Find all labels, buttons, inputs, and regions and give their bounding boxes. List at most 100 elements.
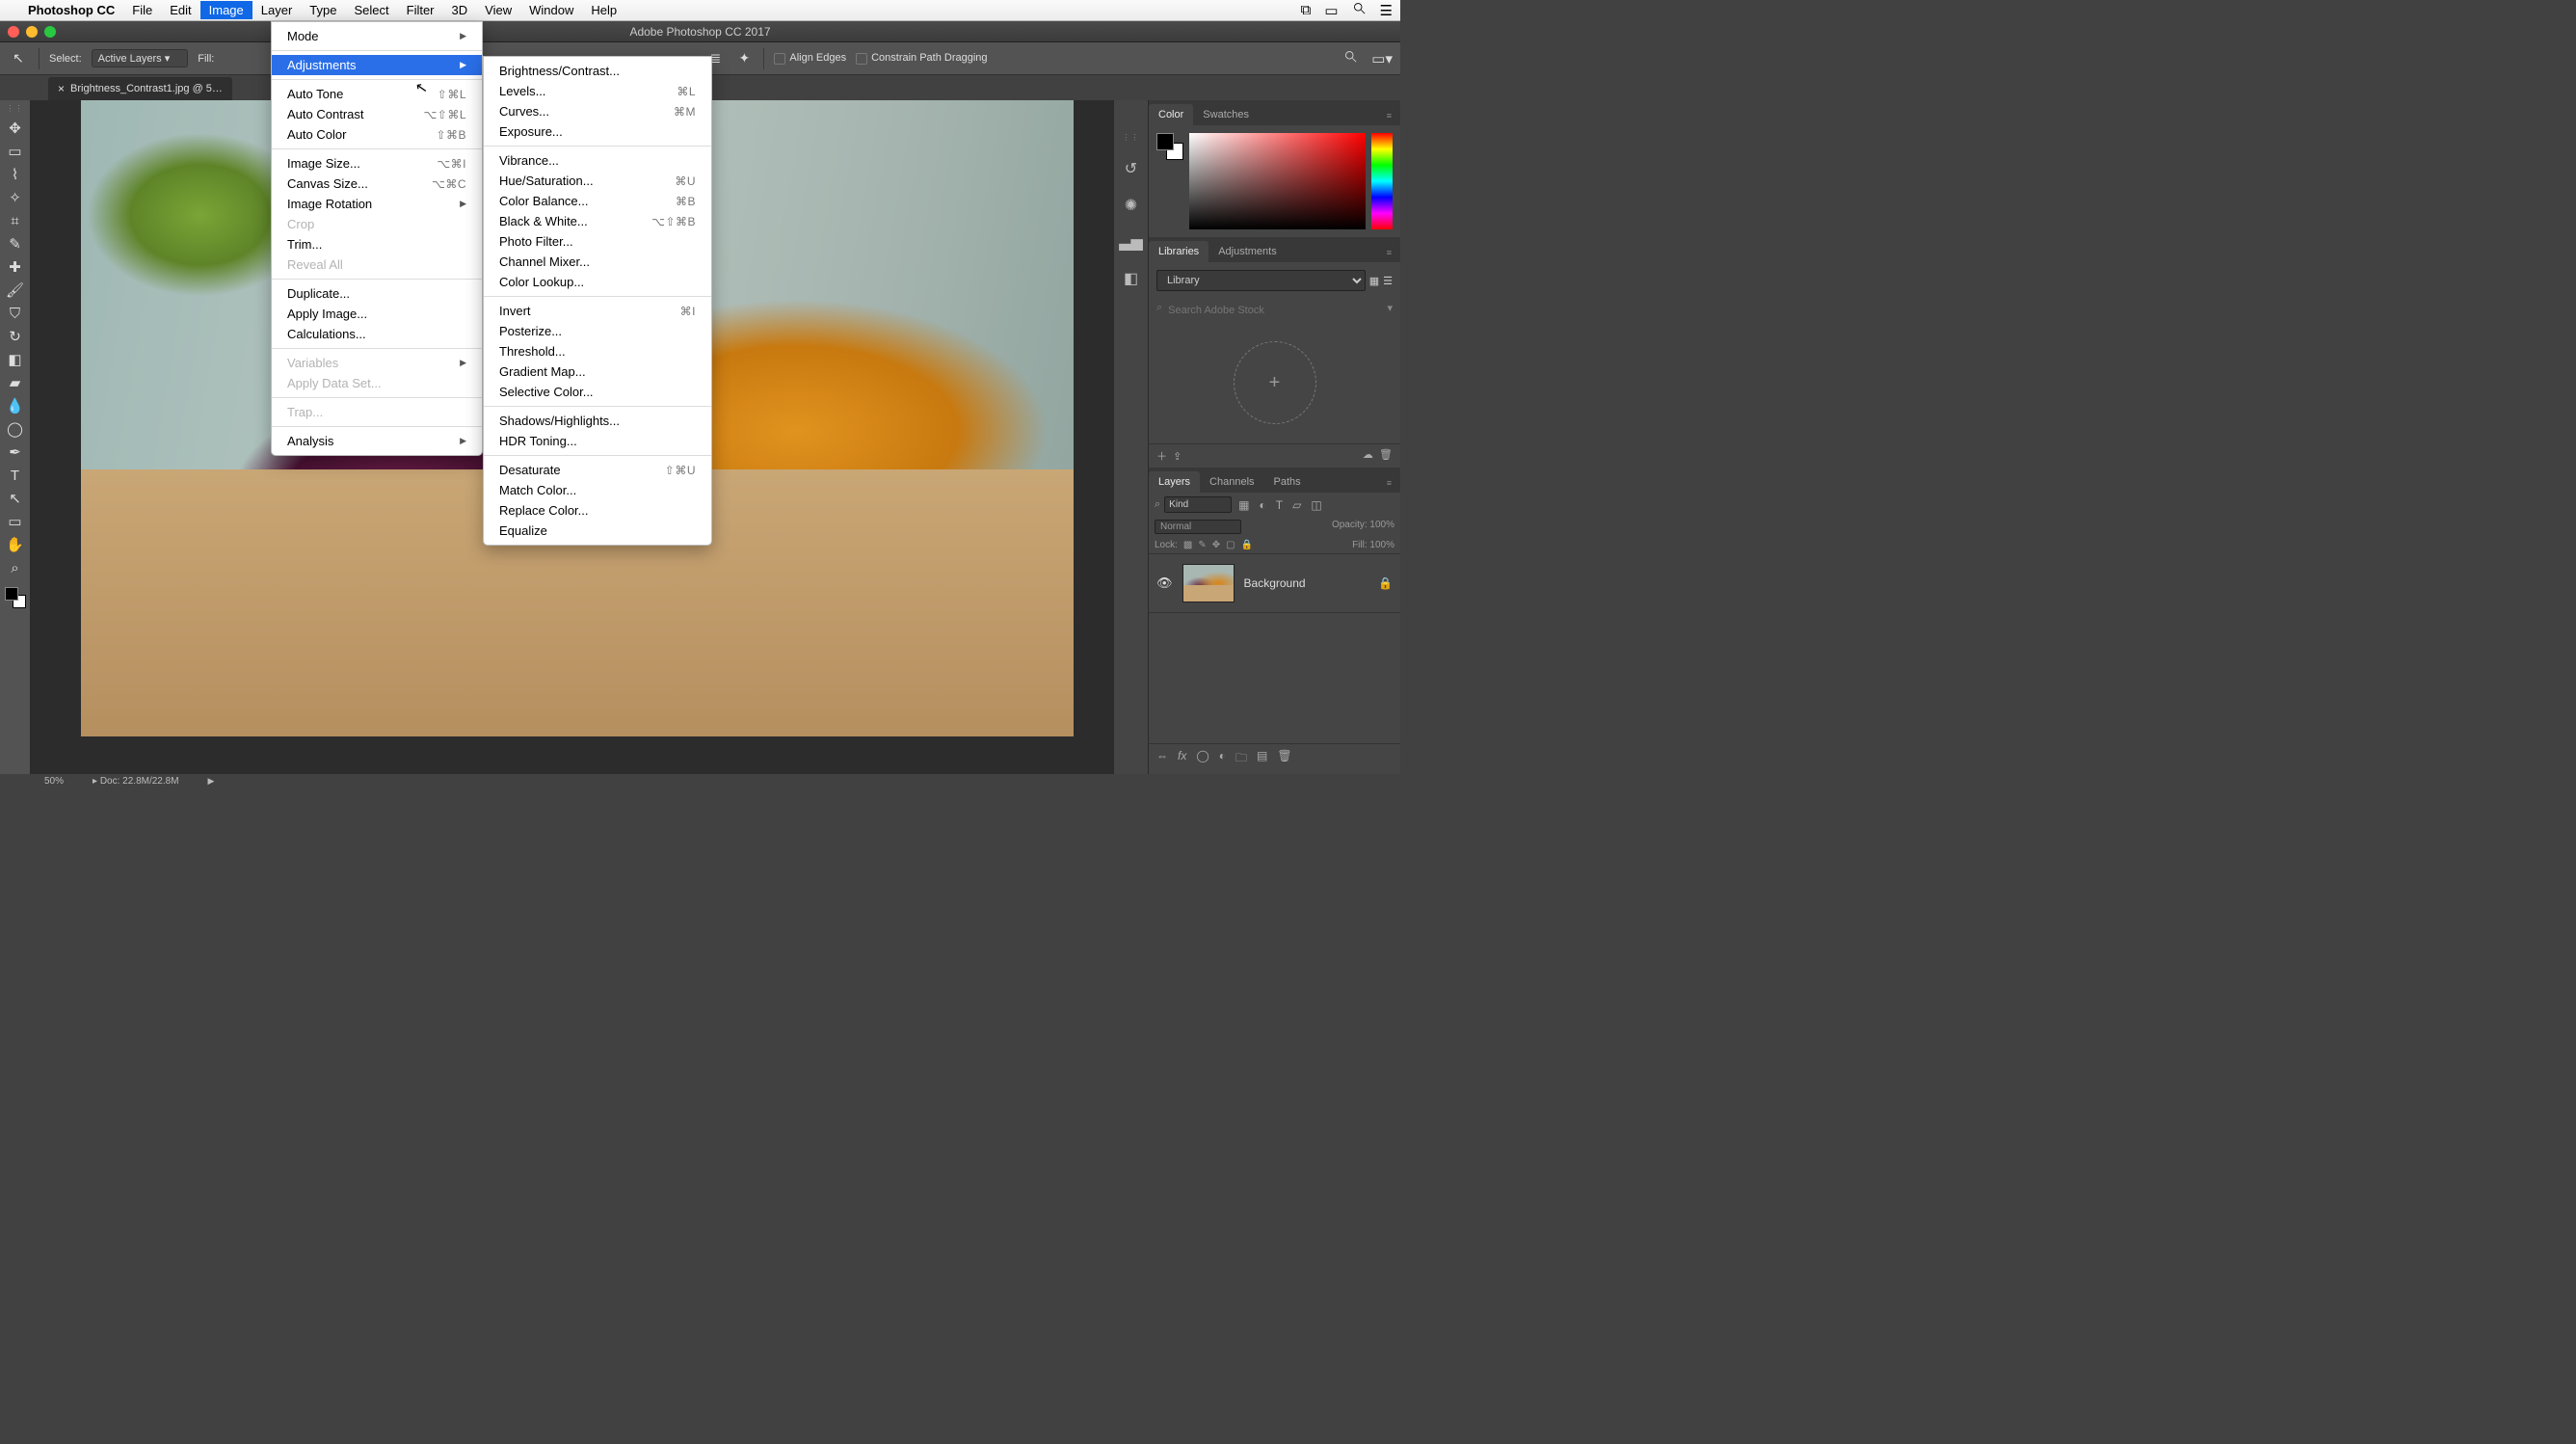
type-tool[interactable]: T (3, 464, 28, 487)
spotlight-icon[interactable] (1352, 1, 1367, 19)
adjustments-item-posterize[interactable]: Posterize... (484, 321, 711, 341)
adjustments-item-exposure[interactable]: Exposure... (484, 121, 711, 142)
image-menu-item-auto-tone[interactable]: Auto Tone⇧⌘L (272, 84, 482, 104)
menubar-item-help[interactable]: Help (582, 1, 625, 19)
adjustments-item-match-color[interactable]: Match Color... (484, 480, 711, 500)
image-menu-item-apply-image[interactable]: Apply Image... (272, 304, 482, 324)
gradient-tool[interactable]: ▰ (3, 371, 28, 394)
adjustments-item-channel-mixer[interactable]: Channel Mixer... (484, 252, 711, 272)
current-tool-icon[interactable]: ↖ (8, 50, 29, 67)
filter-adjust-icon[interactable]: ◐ (1257, 498, 1269, 512)
tab-paths[interactable]: Paths (1264, 471, 1311, 493)
shape-tool[interactable]: ▭ (3, 510, 28, 533)
menubar-item-image[interactable]: Image (200, 1, 252, 19)
layer-row[interactable]: 👁 Background 🔒 (1149, 553, 1400, 613)
menubar-item-file[interactable]: File (123, 1, 161, 19)
eraser-tool[interactable]: ◧ (3, 348, 28, 371)
hand-tool[interactable]: ✋ (3, 533, 28, 556)
history-tool[interactable]: ↻ (3, 325, 28, 348)
image-menu-item-trim[interactable]: Trim... (272, 234, 482, 254)
menubar-item-type[interactable]: Type (301, 1, 345, 19)
menubar-item-edit[interactable]: Edit (161, 1, 199, 19)
grid-view-icon[interactable]: ▦ (1369, 275, 1379, 287)
adjustments-item-equalize[interactable]: Equalize (484, 521, 711, 541)
menubar-item-filter[interactable]: Filter (398, 1, 443, 19)
adjustments-item-photo-filter[interactable]: Photo Filter... (484, 231, 711, 252)
brush-settings-icon[interactable]: ✺ (1125, 196, 1137, 215)
image-menu-item-auto-contrast[interactable]: Auto Contrast⌥⇧⌘L (272, 104, 482, 124)
layer-mask-icon[interactable]: ◯ (1196, 749, 1208, 769)
lock-artboard-icon[interactable]: ▢ (1226, 540, 1235, 550)
image-menu-item-image-rotation[interactable]: Image Rotation (272, 194, 482, 214)
properties-icon[interactable]: ◧ (1124, 269, 1138, 288)
lock-all-icon[interactable]: 🔒 (1241, 540, 1253, 550)
color-field[interactable] (1189, 133, 1366, 229)
new-layer-icon[interactable]: ▤ (1257, 749, 1267, 769)
image-menu-item-calculations[interactable]: Calculations... (272, 324, 482, 344)
doc-info[interactable]: Doc: 22.8M/22.8M (100, 776, 179, 787)
menubar-item-select[interactable]: Select (345, 1, 397, 19)
tab-channels[interactable]: Channels (1200, 471, 1263, 493)
move-tool[interactable]: ✥ (3, 117, 28, 140)
zoom-tool[interactable]: ⌕ (3, 556, 28, 579)
screen-mirror-icon[interactable]: ⧉ (1301, 2, 1312, 18)
display-icon[interactable]: ▭ (1324, 2, 1338, 19)
hue-slider[interactable] (1371, 133, 1393, 229)
eyedropper-tool[interactable]: ✎ (3, 232, 28, 255)
add-content-icon[interactable]: ＋ (1156, 451, 1167, 463)
trash-icon[interactable]: 🗑 (1379, 449, 1393, 461)
filter-pixel-icon[interactable]: ▦ (1235, 498, 1252, 512)
menu-list-icon[interactable]: ☰ (1380, 2, 1393, 19)
stamp-tool[interactable]: ⛉ (3, 302, 28, 325)
panel-menu-icon[interactable]: ≡ (1379, 243, 1400, 262)
panel-grip-icon[interactable]: ⋮⋮ (7, 104, 24, 113)
adjustments-item-shadows-highlights[interactable]: Shadows/Highlights... (484, 411, 711, 431)
menubar-item-3d[interactable]: 3D (443, 1, 477, 19)
color-fgbg-swatch[interactable] (1156, 133, 1183, 160)
menubar-item-view[interactable]: View (476, 1, 520, 19)
tab-color[interactable]: Color (1149, 104, 1193, 125)
tab-libraries[interactable]: Libraries (1149, 241, 1208, 262)
image-menu-item-auto-color[interactable]: Auto Color⇧⌘B (272, 124, 482, 145)
panel-menu-icon[interactable]: ≡ (1379, 473, 1400, 493)
layer-filter-kind[interactable]: Kind (1164, 496, 1232, 513)
panel-menu-icon[interactable]: ≡ (1379, 106, 1400, 125)
workspace-switcher-icon[interactable]: ▭▾ (1371, 50, 1393, 67)
marquee-tool[interactable]: ▭ (3, 140, 28, 163)
upload-icon[interactable]: ⇪ (1173, 451, 1182, 463)
adjustments-item-invert[interactable]: Invert⌘I (484, 301, 711, 321)
dodge-tool[interactable]: ◯ (3, 417, 28, 441)
search-icon[interactable] (1343, 49, 1358, 67)
filter-type-icon[interactable]: T (1273, 498, 1286, 512)
brush-tool[interactable]: 🖌 (3, 279, 28, 302)
window-close-button[interactable] (8, 26, 19, 38)
pen-tool[interactable]: ✒ (3, 441, 28, 464)
zoom-level[interactable]: 50% (44, 776, 64, 787)
adjustments-item-levels[interactable]: Levels...⌘L (484, 81, 711, 101)
layer-name[interactable]: Background (1244, 576, 1369, 590)
cloud-icon[interactable]: ☁ (1363, 449, 1373, 461)
foreground-background-swatch[interactable] (5, 587, 26, 608)
constrain-path-checkbox[interactable]: Constrain Path Dragging (856, 52, 987, 64)
image-menu-item-canvas-size[interactable]: Canvas Size...⌥⌘C (272, 174, 482, 194)
layer-thumbnail[interactable] (1182, 564, 1235, 602)
wand-tool[interactable]: ✧ (3, 186, 28, 209)
crop-tool[interactable]: ⌗ (3, 209, 28, 232)
heal-tool[interactable]: ✚ (3, 255, 28, 279)
select-mode-dropdown[interactable]: Active Layers ▾ (92, 49, 189, 67)
lock-transparency-icon[interactable]: ▩ (1183, 540, 1192, 550)
adjustments-item-threshold[interactable]: Threshold... (484, 341, 711, 361)
adjustments-item-desaturate[interactable]: Desaturate⇧⌘U (484, 460, 711, 480)
filter-smart-icon[interactable]: ◫ (1308, 498, 1324, 512)
histogram-icon[interactable]: ▃▅ (1119, 232, 1143, 252)
menubar-app[interactable]: Photoshop CC (19, 1, 123, 19)
document-tab[interactable]: × Brightness_Contrast1.jpg @ 5… (48, 77, 232, 100)
path-tool[interactable]: ↖ (3, 487, 28, 510)
adjustments-item-brightness-contrast[interactable]: Brightness/Contrast... (484, 61, 711, 81)
tab-layers[interactable]: Layers (1149, 471, 1200, 493)
group-icon[interactable]: 🗀 (1235, 749, 1247, 769)
adjustments-item-hdr-toning[interactable]: HDR Toning... (484, 431, 711, 451)
blur-tool[interactable]: 💧 (3, 394, 28, 417)
3d-mode-icon[interactable]: ✦ (734, 49, 754, 68)
adjustments-item-curves[interactable]: Curves...⌘M (484, 101, 711, 121)
